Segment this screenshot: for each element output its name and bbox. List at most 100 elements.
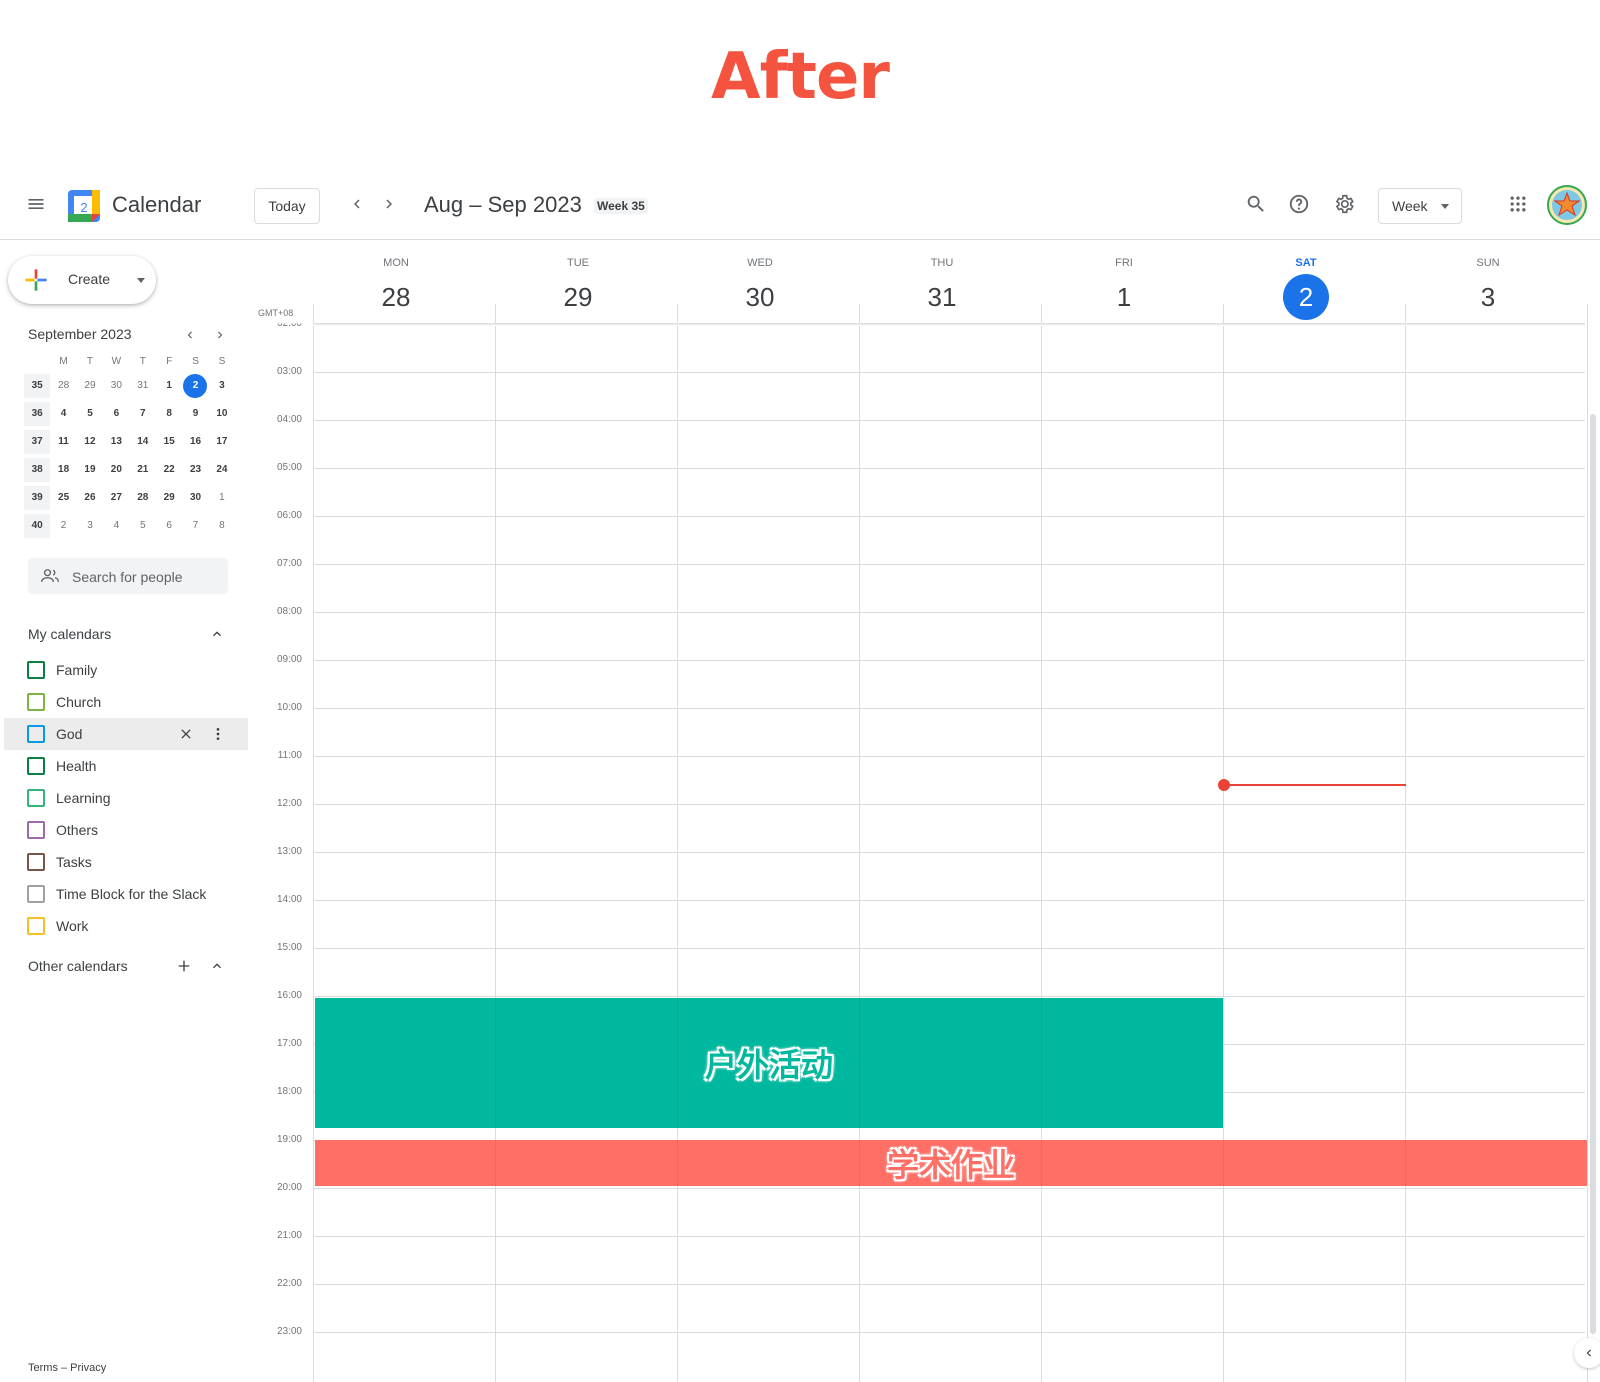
mini-calendar-day[interactable]: 10 xyxy=(209,402,235,426)
calendar-item[interactable]: Work xyxy=(4,910,248,942)
day-number[interactable]: 3 xyxy=(1465,274,1511,320)
mini-calendar-day[interactable]: 31 xyxy=(130,374,156,398)
mini-calendar-day[interactable]: 6 xyxy=(103,402,129,426)
previous-week-button[interactable] xyxy=(343,190,371,218)
mini-calendar-week-number[interactable]: 38 xyxy=(24,458,51,482)
calendar-options-button[interactable] xyxy=(208,724,228,744)
mini-calendar-day[interactable]: 22 xyxy=(156,458,182,482)
my-calendars-collapse-button[interactable] xyxy=(207,624,227,644)
event-block[interactable]: 学术作业 xyxy=(315,1140,1587,1186)
calendar-checkbox[interactable] xyxy=(27,693,45,711)
day-header[interactable]: FRI 1 xyxy=(1033,256,1215,320)
main-menu-button[interactable] xyxy=(18,186,54,222)
calendar-checkbox[interactable] xyxy=(27,661,45,679)
mini-calendar-day[interactable]: 11 xyxy=(50,430,76,454)
mini-calendar-day[interactable]: 27 xyxy=(103,486,129,510)
mini-calendar-day[interactable]: 7 xyxy=(130,402,156,426)
people-search-input[interactable]: Search for people xyxy=(28,558,228,594)
mini-calendar-day[interactable]: 5 xyxy=(130,514,156,538)
mini-calendar-day[interactable]: 14 xyxy=(130,430,156,454)
mini-calendar-day[interactable]: 1 xyxy=(209,486,235,510)
calendar-item[interactable]: Health xyxy=(4,750,248,782)
footer-links[interactable]: Terms – Privacy xyxy=(28,1362,106,1374)
day-header[interactable]: TUE 29 xyxy=(487,256,669,320)
account-avatar[interactable] xyxy=(1547,185,1587,225)
search-button[interactable] xyxy=(1240,188,1272,220)
other-calendars-collapse-button[interactable] xyxy=(207,956,227,976)
mini-calendar-day[interactable]: 12 xyxy=(77,430,103,454)
day-number[interactable]: 28 xyxy=(373,274,419,320)
mini-calendar-day[interactable]: 24 xyxy=(209,458,235,482)
mini-calendar-day[interactable]: 8 xyxy=(156,402,182,426)
mini-calendar-day[interactable]: 19 xyxy=(77,458,103,482)
create-button[interactable]: Create xyxy=(8,256,156,304)
other-calendars-title[interactable]: Other calendars xyxy=(28,958,128,974)
mini-calendar-day[interactable]: 6 xyxy=(156,514,182,538)
mini-calendar-week-number[interactable]: 39 xyxy=(24,486,51,510)
mini-calendar-day[interactable]: 9 xyxy=(182,402,208,426)
calendar-checkbox[interactable] xyxy=(27,917,45,935)
day-header[interactable]: MON 28 xyxy=(305,256,487,320)
calendar-checkbox[interactable] xyxy=(27,757,45,775)
remove-calendar-button[interactable] xyxy=(176,724,196,744)
today-button[interactable]: Today xyxy=(254,188,320,224)
mini-calendar-day[interactable]: 30 xyxy=(182,486,208,510)
mini-calendar-day[interactable]: 17 xyxy=(209,430,235,454)
event-block[interactable]: 户外活动 xyxy=(315,998,1223,1128)
my-calendars-title[interactable]: My calendars xyxy=(28,626,111,642)
mini-calendar-day[interactable]: 4 xyxy=(50,402,76,426)
calendar-item[interactable]: Time Block for the Slack xyxy=(4,878,248,910)
mini-calendar-day[interactable]: 5 xyxy=(77,402,103,426)
google-apps-button[interactable] xyxy=(1502,188,1534,220)
mini-calendar-day[interactable]: 16 xyxy=(182,430,208,454)
day-number[interactable]: 30 xyxy=(737,274,783,320)
day-number[interactable]: 29 xyxy=(555,274,601,320)
mini-calendar-day[interactable]: 13 xyxy=(103,430,129,454)
mini-calendar-day[interactable]: 4 xyxy=(103,514,129,538)
help-button[interactable] xyxy=(1283,188,1315,220)
calendar-checkbox[interactable] xyxy=(27,885,45,903)
add-other-calendar-button[interactable] xyxy=(174,956,194,976)
mini-calendar-day[interactable]: 2 xyxy=(50,514,76,538)
next-week-button[interactable] xyxy=(375,190,403,218)
calendar-item[interactable]: God xyxy=(4,718,248,750)
mini-calendar-day[interactable]: 18 xyxy=(50,458,76,482)
day-number[interactable]: 2 xyxy=(1283,274,1329,320)
calendar-item[interactable]: Church xyxy=(4,686,248,718)
calendar-item[interactable]: Learning xyxy=(4,782,248,814)
calendar-item[interactable]: Others xyxy=(4,814,248,846)
mini-calendar-day[interactable]: 30 xyxy=(103,374,129,398)
calendar-item[interactable]: Family xyxy=(4,654,248,686)
settings-button[interactable] xyxy=(1328,188,1360,220)
mini-calendar-week-number[interactable]: 36 xyxy=(24,402,51,426)
mini-calendar-day[interactable]: 8 xyxy=(209,514,235,538)
day-header[interactable]: WED 30 xyxy=(669,256,851,320)
mini-calendar-day[interactable]: 28 xyxy=(50,374,76,398)
mini-calendar-day[interactable]: 25 xyxy=(50,486,76,510)
mini-calendar-week-number[interactable]: 40 xyxy=(24,514,51,538)
calendar-item[interactable]: Tasks xyxy=(4,846,248,878)
mini-calendar-day[interactable]: 2 xyxy=(182,374,208,398)
mini-calendar-day[interactable]: 23 xyxy=(182,458,208,482)
mini-calendar-week-number[interactable]: 35 xyxy=(24,374,51,398)
day-header[interactable]: THU 31 xyxy=(851,256,1033,320)
mini-calendar-day[interactable]: 21 xyxy=(130,458,156,482)
mini-calendar-day[interactable]: 7 xyxy=(182,514,208,538)
mini-calendar-day[interactable]: 29 xyxy=(156,486,182,510)
calendar-checkbox[interactable] xyxy=(27,821,45,839)
day-header[interactable]: SAT 2 xyxy=(1215,256,1397,320)
week-grid[interactable]: 户外活动 学术作业 xyxy=(313,304,1588,1382)
day-header[interactable]: SUN 3 xyxy=(1397,256,1579,320)
mini-calendar-next-button[interactable] xyxy=(210,325,230,345)
mini-calendar-day[interactable]: 26 xyxy=(77,486,103,510)
mini-calendar-day[interactable]: 3 xyxy=(209,374,235,398)
view-selector[interactable]: Week xyxy=(1378,188,1462,224)
mini-calendar-day[interactable]: 20 xyxy=(103,458,129,482)
calendar-checkbox[interactable] xyxy=(27,853,45,871)
day-number[interactable]: 1 xyxy=(1101,274,1147,320)
calendar-logo[interactable]: 2 xyxy=(68,190,100,222)
day-number[interactable]: 31 xyxy=(919,274,965,320)
calendar-checkbox[interactable] xyxy=(27,789,45,807)
mini-calendar-day[interactable]: 28 xyxy=(130,486,156,510)
calendar-checkbox[interactable] xyxy=(27,725,45,743)
